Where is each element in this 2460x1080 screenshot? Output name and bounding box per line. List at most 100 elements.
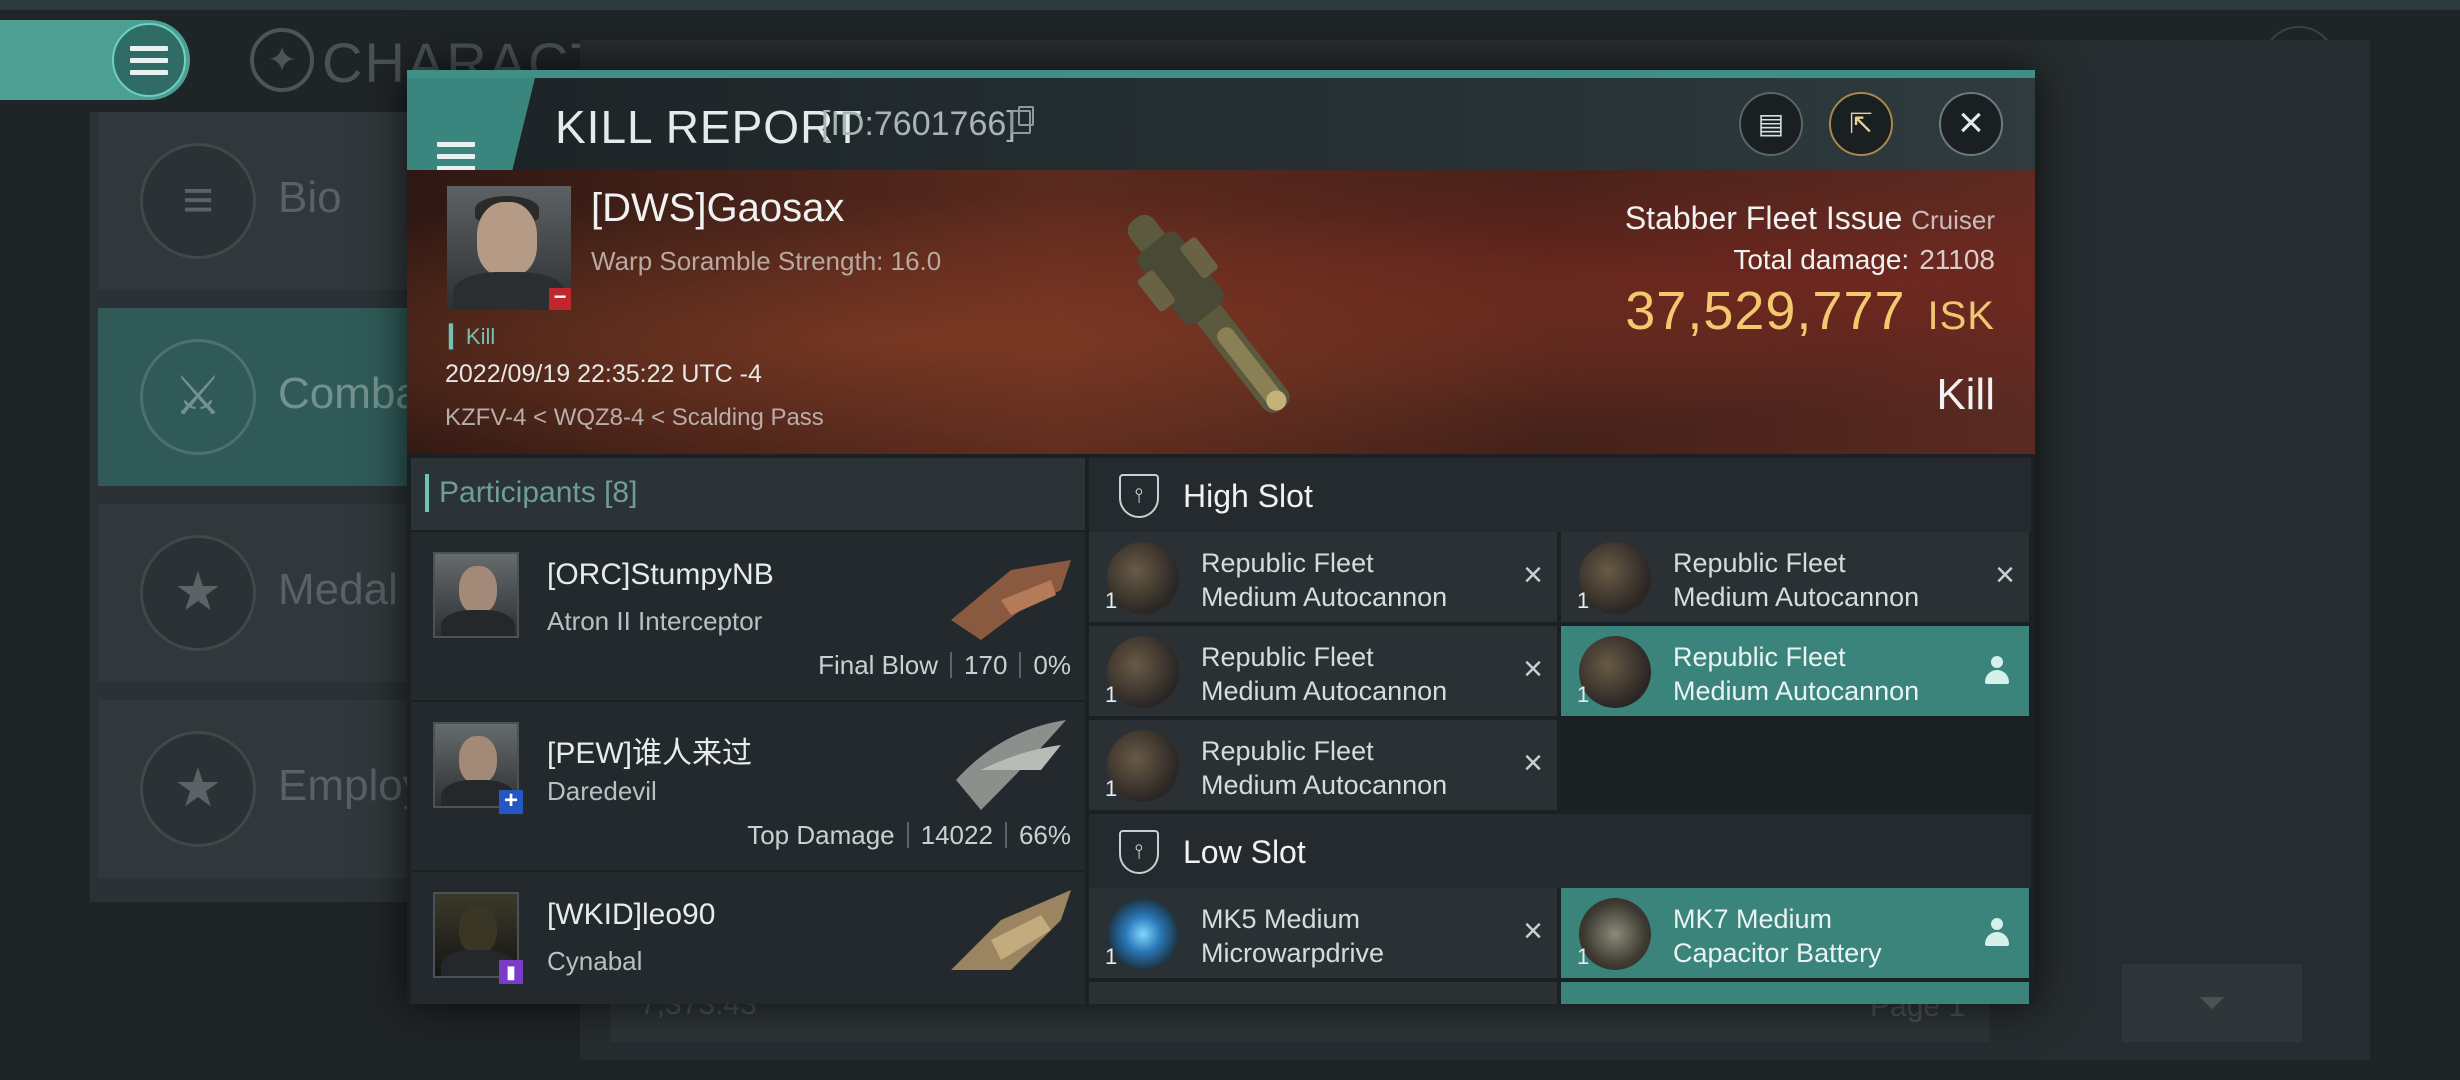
total-damage-label: Total damage:: [1733, 244, 1910, 275]
menu-icon: ≡: [140, 143, 256, 259]
module-item[interactable]: 1 Republic Fleet Medium Autocannon ×: [1089, 532, 1557, 622]
module-name: Republic Fleet Medium Autocannon: [1673, 642, 1920, 706]
module-name: Republic Fleet Medium Autocannon: [1201, 736, 1448, 800]
participants-marker: [425, 474, 429, 512]
crossed-swords-icon: ⚔: [140, 339, 256, 455]
victim-name[interactable]: [DWS]Gaosax: [591, 186, 844, 231]
module-item[interactable]: 1 Republic Fleet Medium Autocannon: [1561, 626, 2029, 716]
copy-id-icon[interactable]: [1011, 106, 1034, 134]
participant-name: [PEW]谁人来过: [547, 737, 753, 770]
clipboard-icon: ▤: [1757, 108, 1785, 139]
participant-row[interactable]: ▮ [WKID]leo90 Cynabal: [411, 870, 1085, 1004]
total-damage: Total damage: 21108: [1733, 244, 1995, 276]
destroyed-icon: ×: [1523, 556, 1543, 594]
alliance-plus-badge: +: [499, 789, 523, 814]
module-quantity: 1: [1105, 588, 1118, 613]
victim-ship-type: Stabber Fleet Issue Cruiser: [1625, 200, 1995, 237]
ship-class: Cruiser: [1911, 205, 1995, 235]
sidebar-item-label: Bio: [278, 173, 342, 222]
autocannon-icon: [1107, 636, 1179, 708]
low-slot-label: Low Slot: [1183, 834, 1306, 870]
module-quantity: 1: [1105, 776, 1118, 801]
autocannon-icon: [1107, 730, 1179, 802]
isk-amount: 37,529,777: [1625, 281, 1906, 341]
participant-name: [ORC]StumpyNB: [547, 558, 774, 591]
module-quantity: 1: [1577, 588, 1590, 613]
module-item-partial[interactable]: [1089, 982, 1557, 1004]
damage-percent: 66%: [1018, 820, 1071, 850]
module-name: Republic Fleet Medium Autocannon: [1673, 548, 1920, 612]
module-name: MK5 Medium Microwarpdrive: [1201, 904, 1385, 968]
kill-report-modal: KILL REPORT [ID:7601766] ▤ ⇱ × − ▎Kill […: [407, 70, 2035, 1004]
stat-label: Final Blow: [818, 650, 939, 680]
damage-value: 170: [964, 650, 1008, 680]
module-name: MK7 Medium Capacitor Battery: [1673, 904, 1882, 968]
damage-value: 14022: [920, 820, 993, 850]
kill-location: KZFV-4 < WQZ8-4 < Scalding Pass: [445, 404, 824, 431]
clipboard-button[interactable]: ▤: [1739, 92, 1803, 156]
capacitor-battery-icon: [1579, 898, 1651, 970]
module-item[interactable]: 1 Republic Fleet Medium Autocannon ×: [1089, 720, 1557, 810]
autocannon-icon: [1107, 542, 1179, 614]
kill-result: Kill: [1936, 370, 1995, 419]
sidebar-item-label: Medal: [278, 565, 398, 614]
high-slot-label: High Slot: [1183, 478, 1313, 514]
module-quantity: 1: [1105, 944, 1118, 969]
main-menu-button[interactable]: [112, 23, 186, 97]
hostile-badge: −: [549, 286, 571, 310]
module-quantity: 1: [1577, 944, 1590, 969]
kill-id: [ID:7601766]: [821, 105, 1016, 143]
destroyed-icon: ×: [1523, 912, 1543, 950]
module-quantity: 1: [1577, 682, 1590, 707]
ship-name: Stabber Fleet Issue: [1624, 200, 1903, 236]
module-item-partial[interactable]: [1561, 982, 2029, 1004]
kill-datetime: 2022/09/19 22:35:22 UTC -4: [445, 360, 762, 388]
modal-accent-line: [407, 70, 2035, 78]
participant-avatar[interactable]: [433, 552, 519, 638]
victim-ship-image: [1127, 214, 1290, 413]
participant-ship: Cynabal: [547, 946, 643, 976]
microwarpdrive-icon: [1107, 898, 1179, 970]
high-slot-header: ⫯ High Slot: [1089, 458, 2031, 532]
sidebar: ≡ Bio ⚔ Combat ★ Medal ★ Employment: [90, 112, 523, 902]
kill-tag: ▎Kill: [449, 324, 496, 349]
module-item[interactable]: 1 MK5 Medium Microwarpdrive ×: [1089, 888, 1557, 978]
destroyed-icon: ×: [1523, 744, 1543, 782]
participant-ship: Atron II Interceptor: [547, 606, 763, 636]
star-circle-icon: ★: [140, 731, 256, 847]
isk-value: 37,529,777 ISK: [1625, 280, 1995, 342]
share-button[interactable]: ⇱: [1829, 92, 1893, 156]
damage-percent: 0%: [1033, 650, 1071, 680]
modal-title: KILL REPORT: [555, 101, 863, 153]
high-slot-icon: ⫯: [1119, 474, 1159, 518]
participants-label: Participants [8]: [439, 476, 638, 509]
filter-button[interactable]: ⏷: [2122, 964, 2302, 1042]
participant-ship: Daredevil: [547, 776, 657, 806]
participant-row[interactable]: [ORC]StumpyNB Atron II Interceptor Final…: [411, 530, 1085, 700]
low-slot-header: ⫯ Low Slot: [1089, 814, 2031, 888]
participant-ship-image: [951, 890, 1071, 970]
participant-stats: Final Blow 170 0%: [818, 650, 1071, 681]
star-icon: ★: [140, 535, 256, 651]
isk-unit: ISK: [1927, 294, 1995, 338]
stat-label: Top Damage: [747, 820, 895, 850]
person-icon: [1983, 918, 2011, 948]
close-modal-button[interactable]: ×: [1939, 92, 2003, 156]
participant-ship-image: [956, 720, 1066, 810]
participant-stats: Top Damage 14022 66%: [747, 820, 1071, 851]
corp-badge: ▮: [499, 960, 523, 984]
module-name: Republic Fleet Medium Autocannon: [1201, 548, 1448, 612]
module-item[interactable]: 1 Republic Fleet Medium Autocannon ×: [1561, 532, 2029, 622]
person-icon: [1983, 656, 2011, 686]
top-edge: [0, 0, 2460, 10]
participant-row[interactable]: + [PEW]谁人来过 Daredevil Top Damage 14022 66%: [411, 700, 1085, 870]
participant-ship-image: [951, 560, 1071, 640]
participant-name: [WKID]leo90: [547, 898, 716, 931]
module-quantity: 1: [1105, 682, 1118, 707]
module-item[interactable]: 1 Republic Fleet Medium Autocannon ×: [1089, 626, 1557, 716]
character-icon: ✦: [250, 28, 314, 92]
victim-subtitle: Warp Soramble Strength: 16.0: [591, 246, 942, 276]
close-icon: ×: [1958, 98, 1984, 147]
destroyed-icon: ×: [1995, 556, 2015, 594]
module-item[interactable]: 1 MK7 Medium Capacitor Battery: [1561, 888, 2029, 978]
